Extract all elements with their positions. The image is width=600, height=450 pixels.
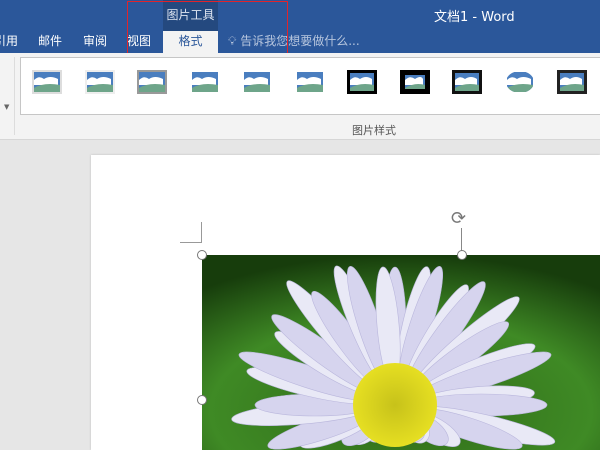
flower-picture[interactable] — [202, 255, 600, 450]
title-bar: 图片工具 文档1 - Word 引用 邮件 审阅 视图 格式 💡︎ 告诉我您想要… — [0, 0, 600, 53]
document-title: 文档1 - Word — [434, 10, 515, 25]
tab-mailings[interactable]: 邮件 — [38, 31, 62, 53]
group-divider — [14, 57, 15, 135]
highlight-box — [127, 1, 288, 55]
rotate-handle-icon[interactable]: ⟳ — [451, 209, 466, 229]
resize-handle-left[interactable] — [197, 395, 207, 405]
margin-corner-mark-v — [201, 222, 202, 243]
resize-handle-top[interactable] — [457, 250, 467, 260]
picture-style-8[interactable] — [399, 70, 430, 94]
gallery-more-arrow-icon[interactable]: ▼ — [4, 103, 9, 111]
group-label: 图片样式 — [352, 124, 396, 137]
tab-review[interactable]: 审阅 — [83, 31, 107, 53]
ribbon: ▼ 图片样式 — [0, 53, 600, 140]
picture-style-10[interactable] — [504, 70, 535, 94]
picture-style-4[interactable] — [189, 70, 220, 94]
picture-style-7[interactable] — [347, 70, 377, 94]
margin-corner-mark — [180, 242, 202, 243]
picture-style-5[interactable] — [242, 70, 272, 94]
picture-style-6[interactable] — [294, 70, 325, 94]
picture-style-9[interactable] — [452, 70, 482, 94]
picture-style-3[interactable] — [137, 70, 167, 94]
flower-center — [353, 363, 437, 447]
resize-handle-top-left[interactable] — [197, 250, 207, 260]
picture-style-1[interactable] — [32, 70, 62, 94]
picture-style-11[interactable] — [557, 70, 587, 94]
tab-references[interactable]: 引用 — [0, 31, 18, 53]
picture-style-2[interactable] — [84, 70, 115, 94]
picture-styles-gallery — [20, 57, 600, 115]
